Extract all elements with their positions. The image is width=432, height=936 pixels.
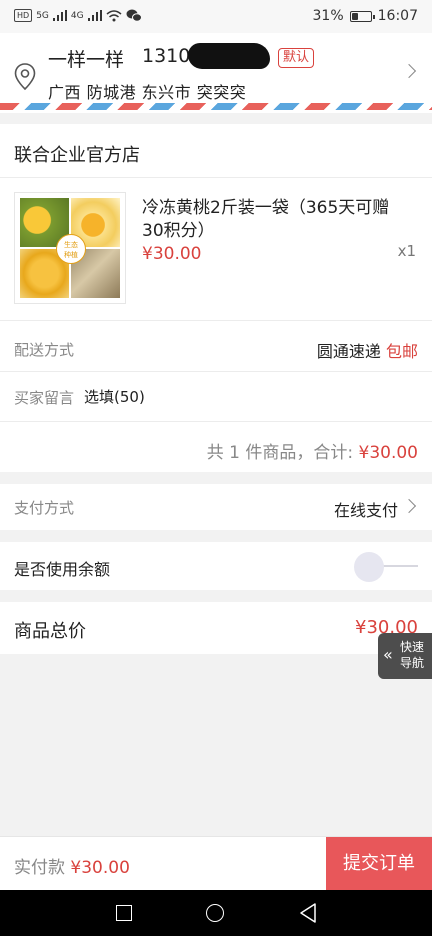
goods-total-label: 商品总价 (14, 621, 86, 642)
toggle-knob (354, 552, 384, 582)
wifi-icon (106, 9, 122, 21)
submit-order-button[interactable]: 提交订单 (326, 837, 432, 891)
signal-5g-icon: 5G (36, 10, 49, 21)
actual-payment-amount: ¥30.00 (70, 858, 130, 878)
status-icons-right: 31% 16:07 (313, 8, 418, 24)
shop-order-card: 联合企业官方店 生态 种植 冷冻黄桃2斤装一袋（365天可赠30积分） ¥30.0… (0, 124, 432, 472)
divider (0, 421, 432, 422)
wechat-icon (126, 9, 142, 22)
toggle-track (382, 565, 418, 567)
hd-indicator: HD (14, 9, 33, 22)
payment-value: 在线支付 (333, 501, 398, 520)
signal-bars-icon (52, 10, 67, 21)
address-line: 广西 防城港 东兴市 突突突 (48, 83, 247, 102)
chevron-right-icon (401, 498, 417, 514)
signal-4g-icon: 4G (70, 10, 84, 21)
shipping-address[interactable]: 一样一样 1310 默认 广西 防城港 东兴市 突突突 (0, 33, 432, 113)
actual-payment: 实付款 ¥30.00 (14, 853, 130, 878)
shop-name: 联合企业官方店 (14, 145, 140, 166)
delivery-option[interactable]: 圆通速递 包邮 (317, 338, 418, 362)
balance-toggle[interactable] (354, 552, 418, 582)
divider (0, 320, 432, 321)
recent-apps-icon[interactable] (116, 905, 132, 921)
system-nav-bar (0, 890, 432, 936)
envelope-stripe (0, 103, 432, 110)
product-title[interactable]: 冷冻黄桃2斤装一袋（365天可赠30积分） (142, 197, 392, 243)
home-icon[interactable] (206, 904, 224, 922)
remark-label: 买家留言 (14, 389, 75, 407)
quick-nav-label: 快速导航 (399, 640, 424, 670)
signal-bars-2-icon (87, 10, 102, 21)
balance-label: 是否使用余额 (14, 560, 111, 579)
recipient-name: 一样一样 (48, 49, 125, 71)
location-pin-icon (14, 63, 36, 91)
checkout-bar: 实付款 ¥30.00 提交订单 (0, 836, 432, 891)
goods-total-row: 商品总价 ¥30.00 (0, 602, 432, 654)
buyer-remark-input[interactable]: 选填(50) (84, 386, 145, 407)
actual-payment-label: 实付款 (14, 858, 65, 878)
chevron-right-icon[interactable] (401, 63, 417, 79)
delivery-method: 圆通速递 (316, 342, 381, 361)
double-chevron-left-icon: « (383, 645, 393, 664)
recipient-phone: 1310 (142, 45, 191, 67)
product-thumbnail[interactable]: 生态 种植 (14, 192, 126, 304)
eco-seal: 生态 种植 (56, 234, 86, 264)
summary-prefix: 共 1 件商品，合计: (206, 443, 354, 463)
divider (0, 177, 432, 178)
summary-amount: ¥30.00 (358, 443, 418, 463)
divider (0, 371, 432, 372)
product-price: ¥30.00 (142, 244, 202, 264)
status-icons-left: HD 5G 4G (14, 9, 142, 22)
clock: 16:07 (377, 8, 418, 24)
order-summary: 共 1 件商品，合计: ¥30.00 (207, 438, 418, 463)
battery-percent: 31% (312, 8, 344, 24)
delivery-label: 配送方式 (14, 341, 75, 359)
payment-label: 支付方式 (14, 499, 75, 517)
battery-icon (349, 10, 375, 22)
back-icon[interactable] (298, 902, 318, 924)
status-bar: HD 5G 4G 31% 16:07 (0, 0, 432, 33)
quick-nav-button[interactable]: « 快速导航 (378, 633, 432, 679)
free-shipping-tag: 包邮 (385, 342, 418, 361)
redacted-phone-digits (188, 43, 270, 69)
use-balance-row: 是否使用余额 (0, 542, 432, 590)
default-badge: 默认 (278, 48, 315, 68)
payment-method-row[interactable]: 支付方式 在线支付 (0, 484, 432, 530)
product-quantity: x1 (397, 242, 416, 260)
